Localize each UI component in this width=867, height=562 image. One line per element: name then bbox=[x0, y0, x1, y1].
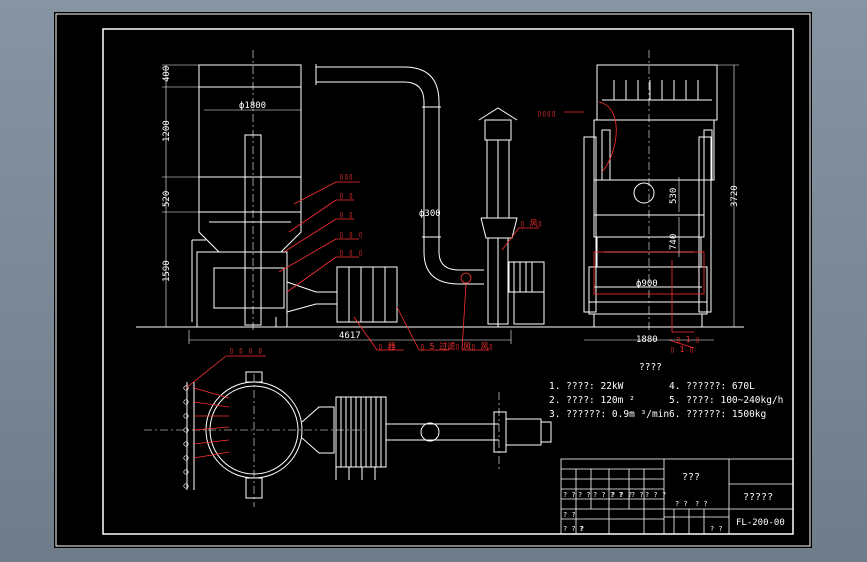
dim-520: 520 bbox=[162, 191, 172, 207]
dim-1880: 1880 bbox=[636, 335, 658, 345]
spec-item-5: 5. ????: 100~240kg/h bbox=[669, 395, 783, 406]
spec-item-3: 3. ??????: 0.9m ³/min bbox=[549, 409, 669, 420]
cad-viewport[interactable]: 400 1200 520 1590 ф1800 ф300 4617 ▯▯▯ ▯ … bbox=[0, 0, 867, 562]
dim-1590: 1590 bbox=[162, 260, 172, 282]
side-dim-labels: 3720 530 740 ф900 1880 bbox=[636, 185, 740, 345]
front-leaders bbox=[278, 181, 539, 351]
tb-cell-6: ? ? ? bbox=[645, 491, 666, 499]
side-callouts: ▯▯▯▯ ▯ 1 ▯ ▯ 1 ▯ bbox=[537, 109, 700, 354]
callout-8: ▯ 5 过滤▯ bbox=[420, 341, 460, 351]
callout-11: ▯ 1 ▯ bbox=[676, 335, 700, 344]
spec-list: ???? 1. ????: 22kW 2. ????: 120m ² 3. ??… bbox=[549, 362, 783, 420]
inner-frame bbox=[102, 28, 794, 535]
callout-12: ▯ 1 ▯ bbox=[670, 345, 694, 354]
drawing-name: ??? bbox=[682, 472, 700, 483]
company-name: ????? bbox=[743, 492, 773, 503]
tb-cell-5: ? ? bbox=[631, 491, 644, 499]
callout-1: ▯▯▯ bbox=[339, 172, 353, 181]
tb-cell-1: ? ? bbox=[563, 491, 576, 499]
drawing-sheet: 400 1200 520 1590 ф1800 ф300 4617 ▯▯▯ ▯ … bbox=[54, 12, 812, 548]
front-view bbox=[191, 50, 545, 332]
callout-2: ▯ ▯ bbox=[339, 191, 353, 200]
tb-cell-2: ? ? bbox=[578, 491, 591, 499]
drawing-code: FL-200-00 bbox=[736, 518, 785, 528]
tb-cell-4: ? ? ? bbox=[611, 491, 632, 499]
tb-cell-9: ? bbox=[579, 525, 583, 533]
spec-item-4: 4. ??????: 670L bbox=[669, 381, 755, 392]
tb-cell-10: ? ? bbox=[675, 500, 688, 508]
dim-3720: 3720 bbox=[730, 185, 740, 207]
plan-view bbox=[144, 371, 552, 507]
dim-740: 740 bbox=[669, 234, 679, 250]
spec-item-6: 6. ??????: 1500kg bbox=[669, 409, 766, 420]
dim-530: 530 bbox=[669, 188, 679, 204]
callout-7: ▯ 器 bbox=[378, 342, 396, 351]
tb-cell-12: ? ? bbox=[710, 525, 723, 533]
dim-dia1800: ф1800 bbox=[239, 101, 266, 111]
drawing-canvas: 400 1200 520 1590 ф1800 ф300 4617 ▯▯▯ ▯ … bbox=[55, 13, 811, 547]
dim-dia900: ф900 bbox=[636, 279, 658, 289]
callout-4: ▯ ▯ ▯ bbox=[339, 230, 363, 239]
callout-6: ▯ 风▯ bbox=[520, 219, 542, 228]
dim-4617: 4617 bbox=[339, 331, 361, 341]
callout-3: ▯ ▯ bbox=[339, 210, 353, 219]
callout-5: ▯ ▯ ▯ bbox=[339, 248, 363, 257]
title-block-cells: ? ? ? ? ? ? ? ? ? ? ? ? ? ? ? ? ? ? ? ? … bbox=[563, 491, 723, 533]
dim-dia300: ф300 bbox=[419, 209, 441, 219]
callout-13: ▯ ▯ ▯ ▯ bbox=[229, 346, 263, 355]
dim-1200: 1200 bbox=[162, 120, 172, 142]
spec-title: ???? bbox=[639, 362, 662, 373]
callout-9: 风▯ 风▯ bbox=[463, 342, 493, 351]
spec-item-2: 2. ????: 120m ² bbox=[549, 395, 635, 406]
callout-10: ▯▯▯▯ bbox=[537, 109, 556, 118]
side-red-outline bbox=[564, 101, 705, 349]
side-view bbox=[583, 50, 718, 332]
tb-cell-11: ? ? bbox=[695, 500, 708, 508]
spec-item-1: 1. ????: 22kW bbox=[549, 381, 624, 392]
dim-400: 400 bbox=[162, 66, 172, 82]
tb-cell-7: ? ? bbox=[563, 511, 576, 519]
